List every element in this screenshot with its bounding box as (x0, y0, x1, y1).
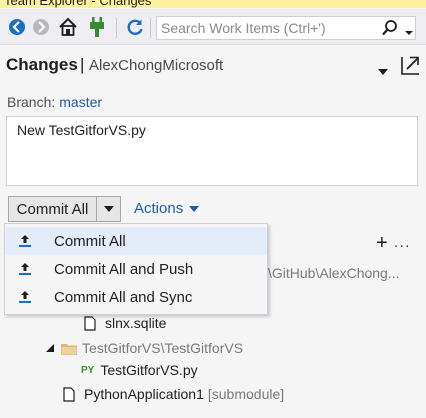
popout-button[interactable] (400, 55, 420, 75)
account-name: AlexChongMicrosoft (89, 57, 224, 74)
upload-icon (19, 291, 31, 303)
chevron-down-icon (103, 206, 114, 212)
chevron-down-icon (405, 31, 413, 35)
refresh-button[interactable] (125, 17, 145, 37)
branch-link[interactable]: master (59, 94, 102, 110)
search-icon (382, 20, 397, 36)
toolbar-separator (116, 18, 117, 38)
home-icon (59, 17, 77, 36)
tree-item-submodule[interactable]: PythonApplication1 [submodule] (63, 386, 284, 402)
window-title: Team Explorer - Changes (4, 0, 152, 8)
refresh-icon (127, 19, 143, 35)
home-button[interactable] (58, 17, 78, 37)
tree-item-label: PythonApplication1 (84, 386, 204, 402)
actions-menu[interactable]: Actions (134, 200, 200, 217)
menu-item-commit-push[interactable]: Commit All and Push (6, 255, 267, 283)
tree-path-row: \GitHub\AlexChong... (268, 265, 400, 281)
tree-item-label: slnx.sqlite (105, 315, 167, 331)
search-input[interactable] (161, 18, 381, 38)
submodule-tag: [submodule] (207, 386, 285, 402)
tree-item-slnx[interactable]: slnx.sqlite (84, 315, 166, 331)
changes-toolbar: + ··· (376, 232, 411, 255)
page-title: Changes (6, 55, 78, 74)
page-header: Changes | AlexChongMicrosoft (0, 45, 426, 83)
python-file-icon: PY (81, 364, 95, 376)
add-button[interactable]: + (376, 232, 388, 255)
commit-split-button: Commit All (8, 196, 121, 222)
tree-item-folder[interactable]: TestGitforVS\TestGitforVS (46, 340, 243, 356)
tree-item-py[interactable]: PY TestGitforVS.py (81, 362, 198, 378)
commit-options-dropdown[interactable] (97, 197, 120, 221)
forward-button[interactable] (31, 17, 51, 37)
page-dropdown-button[interactable] (378, 62, 388, 75)
chevron-down-icon (378, 69, 388, 75)
toolbar (0, 9, 426, 45)
chevron-down-icon (189, 205, 200, 212)
menu-item-commit-sync[interactable]: Commit All and Sync (6, 283, 267, 311)
file-icon (84, 315, 96, 331)
upload-icon (19, 263, 31, 275)
upload-icon (19, 235, 31, 247)
file-icon (63, 386, 75, 402)
menu-item-label: Commit All and Sync (54, 288, 193, 306)
window-title-bar: Team Explorer - Changes (0, 0, 426, 8)
search-button[interactable] (381, 19, 399, 37)
forward-arrow-icon (33, 19, 49, 35)
menu-item-label: Commit All (54, 232, 126, 250)
menu-item-label: Commit All and Push (54, 260, 194, 278)
commit-message-input[interactable]: New TestGitforVS.py (6, 116, 418, 186)
commit-all-button[interactable]: Commit All (9, 197, 97, 221)
commit-dropdown-menu: Commit All Commit All and Push Commit Al… (4, 223, 268, 315)
repo-path: \GitHub\AlexChong... (268, 265, 400, 281)
search-options-dropdown[interactable] (405, 24, 413, 35)
branch-row: Branch: master (7, 94, 102, 110)
search-box (156, 16, 416, 40)
toolbar-separator (150, 18, 151, 38)
actions-label: Actions (134, 200, 184, 217)
tree-item-label: TestGitforVS\TestGitforVS (82, 340, 244, 356)
plug-icon (90, 17, 104, 37)
folder-icon (61, 343, 77, 355)
branch-label: Branch: (7, 94, 56, 110)
connect-button[interactable] (87, 17, 107, 37)
back-button[interactable] (7, 17, 27, 37)
tree-item-label: TestGitforVS.py (100, 362, 198, 378)
popout-icon (401, 56, 419, 75)
more-options-button[interactable]: ··· (394, 237, 411, 253)
expanded-triangle-icon (46, 344, 54, 352)
menu-item-commit-all[interactable]: Commit All (6, 227, 267, 255)
header-separator: | (80, 55, 85, 74)
back-arrow-icon (9, 19, 25, 35)
